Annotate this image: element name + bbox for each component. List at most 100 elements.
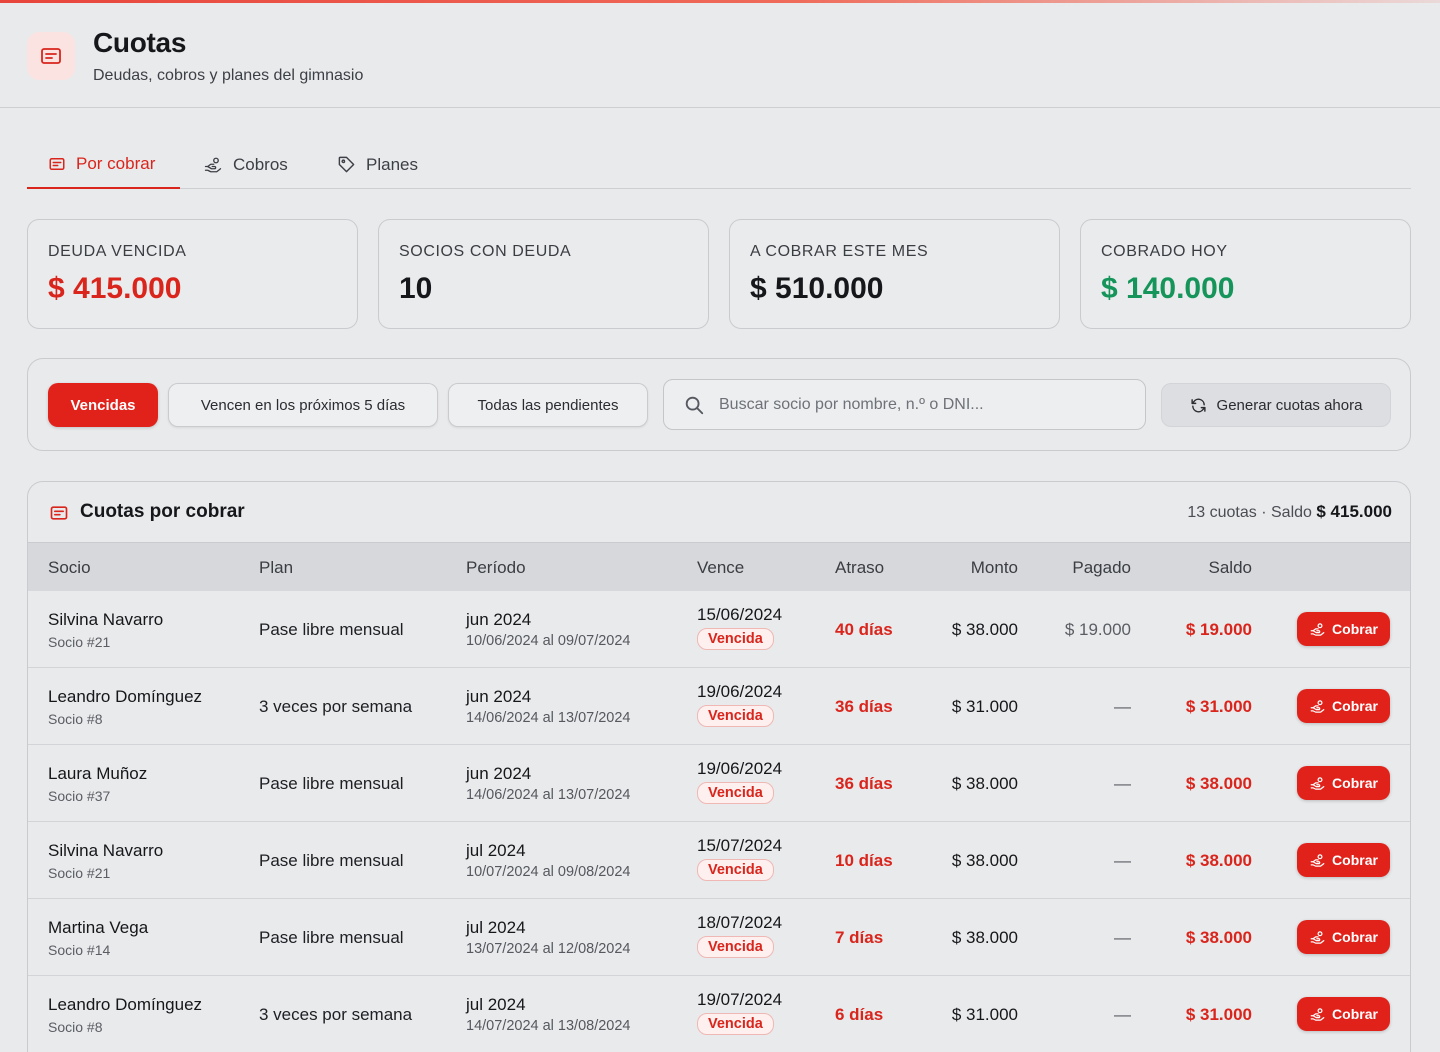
stat-card-deuda-vencida: DEUDA VENCIDA $ 415.000 [27, 219, 358, 329]
generate-cuotas-button[interactable]: Generar cuotas ahora [1161, 383, 1391, 427]
hand-coins-icon [1310, 622, 1325, 636]
cobrar-button[interactable]: Cobrar [1297, 997, 1390, 1031]
stat-card-cobrado-hoy: COBRADO HOY $ 140.000 [1080, 219, 1411, 329]
column-saldo[interactable]: Saldo [1142, 558, 1252, 578]
periodo-range: 13/07/2024 al 12/08/2024 [466, 941, 631, 957]
column-monto[interactable]: Monto [908, 558, 1018, 578]
socio-name[interactable]: Silvina Navarro [48, 610, 163, 630]
periodo-month: jul 2024 [466, 841, 526, 860]
periodo-range: 14/06/2024 al 13/07/2024 [466, 710, 631, 726]
column-socio[interactable]: Socio [48, 558, 91, 578]
socio-cell: Leandro Domínguez Socio #8 [48, 995, 202, 1035]
status-badge: Vencida [697, 705, 774, 727]
pagado-cell: — [1114, 774, 1131, 793]
saldo-cell: $ 19.000 [1185, 620, 1252, 639]
plan-cell: Pase libre mensual [259, 851, 404, 870]
tab-planes[interactable]: Planes [337, 140, 418, 189]
generate-label: Generar cuotas ahora [1216, 396, 1363, 414]
summary-count: 13 cuotas · Saldo [1187, 504, 1317, 521]
plan-cell: Pase libre mensual [259, 620, 404, 639]
socio-name[interactable]: Laura Muñoz [48, 764, 147, 784]
vence-date: 18/07/2024 [697, 913, 783, 932]
hand-coins-icon [1310, 776, 1325, 790]
vence-date: 19/06/2024 [697, 682, 783, 701]
table-row: Martina Vega Socio #14 Pase libre mensual j… [28, 899, 1410, 976]
column-atraso[interactable]: Atraso [835, 558, 884, 578]
socio-id: Socio #21 [48, 634, 111, 650]
search-field[interactable] [663, 379, 1146, 430]
hand-coins-icon [1310, 1007, 1325, 1021]
stat-card-socios-con-deuda: SOCIOS CON DEUDA 10 [378, 219, 709, 329]
saldo-cell: $ 38.000 [1185, 851, 1252, 870]
monto-cell: $ 38.000 [951, 851, 1018, 870]
saldo-cell: $ 38.000 [1185, 774, 1252, 793]
cobrar-button[interactable]: Cobrar [1297, 843, 1390, 877]
cobrar-label: Cobrar [1332, 852, 1378, 868]
cobrar-button[interactable]: Cobrar [1297, 920, 1390, 954]
periodo-cell: jul 2024 14/07/2024 al 13/08/2024 [466, 995, 630, 1034]
monto-cell: $ 31.000 [951, 1005, 1018, 1024]
search-icon [685, 396, 704, 414]
socio-name[interactable]: Leandro Domínguez [48, 995, 202, 1015]
periodo-month: jul 2024 [466, 995, 526, 1014]
periodo-range: 10/07/2024 al 09/08/2024 [466, 864, 631, 880]
socio-id: Socio #8 [48, 1019, 103, 1035]
cuotas-panel: Cuotas por cobrar 13 cuotas · Saldo $ 41… [27, 481, 1411, 1052]
socio-id: Socio #14 [48, 942, 111, 958]
socio-id: Socio #8 [48, 711, 103, 727]
status-badge: Vencida [697, 936, 774, 958]
saldo-cell: $ 31.000 [1185, 697, 1252, 716]
vence-date: 19/06/2024 [697, 759, 783, 778]
periodo-month: jun 2024 [466, 687, 532, 706]
stat-value: $ 510.000 [750, 272, 884, 305]
pagado-cell: — [1114, 697, 1131, 716]
periodo-cell: jul 2024 13/07/2024 al 12/08/2024 [466, 918, 630, 957]
filter-vencidas-button[interactable]: Vencidas [48, 383, 158, 427]
socio-name[interactable]: Martina Vega [48, 918, 148, 938]
cobrar-button[interactable]: Cobrar [1297, 612, 1390, 646]
periodo-range: 10/06/2024 al 09/07/2024 [466, 633, 631, 649]
tab-label: Por cobrar [76, 153, 156, 173]
vence-cell: 19/07/2024 Vencida [697, 990, 782, 1035]
monto-cell: $ 38.000 [951, 928, 1018, 947]
saldo-cell: $ 38.000 [1185, 928, 1252, 947]
socio-cell: Leandro Domínguez Socio #8 [48, 687, 202, 727]
column-periodo[interactable]: Período [466, 558, 526, 578]
plan-cell: Pase libre mensual [259, 774, 404, 793]
column-plan[interactable]: Plan [259, 558, 293, 578]
page-title: Cuotas [93, 27, 187, 58]
filter-bar: Vencidas Vencen en los próximos 5 días T… [27, 358, 1411, 451]
stat-label: A COBRAR ESTE MES [750, 243, 929, 260]
table-row: Silvina Navarro Socio #21 Pase libre mensu… [28, 822, 1410, 899]
tab-por-cobrar[interactable]: Por cobrar [27, 140, 180, 189]
stat-value: 10 [399, 272, 433, 305]
tab-cobros[interactable]: Cobros [203, 140, 288, 189]
pagado-cell: — [1114, 851, 1131, 870]
periodo-range: 14/07/2024 al 13/08/2024 [466, 1018, 631, 1034]
cobrar-button[interactable]: Cobrar [1297, 766, 1390, 800]
pagado-cell: $ 19.000 [1064, 620, 1131, 639]
socio-name[interactable]: Leandro Domínguez [48, 687, 202, 707]
vence-date: 15/06/2024 [697, 605, 783, 624]
column-vence[interactable]: Vence [697, 558, 744, 578]
vence-cell: 15/07/2024 Vencida [697, 836, 782, 881]
hand-coins-icon [1310, 699, 1325, 713]
socio-cell: Silvina Navarro Socio #21 [48, 841, 163, 881]
search-input[interactable] [719, 395, 1119, 414]
hand-coins-icon [1310, 930, 1325, 944]
periodo-cell: jun 2024 10/06/2024 al 09/07/2024 [466, 610, 630, 649]
plan-cell: Pase libre mensual [259, 928, 404, 947]
cobrar-button[interactable]: Cobrar [1297, 689, 1390, 723]
stat-value: $ 140.000 [1101, 272, 1235, 305]
socio-name[interactable]: Silvina Navarro [48, 841, 163, 861]
monto-cell: $ 38.000 [951, 774, 1018, 793]
tab-label: Planes [366, 154, 418, 174]
status-badge: Vencida [697, 859, 774, 881]
filter-proximos-button[interactable]: Vencen en los próximos 5 días [168, 383, 438, 427]
periodo-cell: jun 2024 14/06/2024 al 13/07/2024 [466, 764, 630, 803]
stat-value: $ 415.000 [48, 272, 182, 305]
stat-card-a-cobrar-mes: A COBRAR ESTE MES $ 510.000 [729, 219, 1060, 329]
periodo-month: jul 2024 [466, 918, 526, 937]
column-pagado[interactable]: Pagado [1021, 558, 1131, 578]
filter-todas-button[interactable]: Todas las pendientes [448, 383, 648, 427]
